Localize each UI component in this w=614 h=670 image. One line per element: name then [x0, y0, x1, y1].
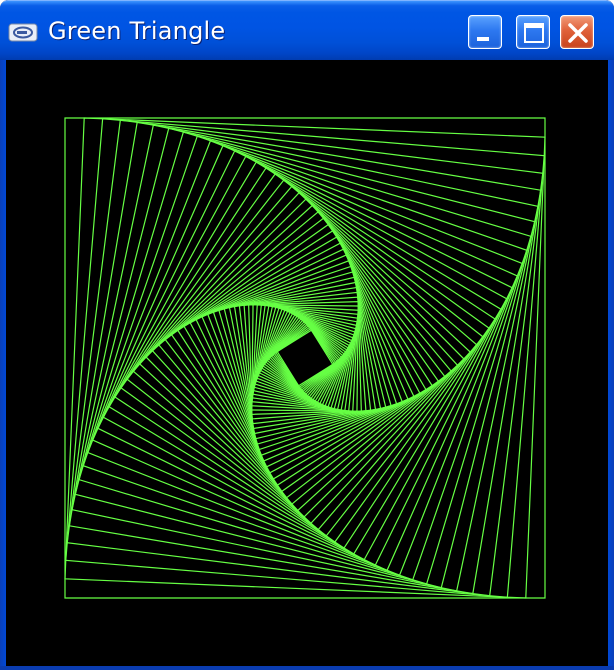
- nested-square: [64, 117, 546, 599]
- close-button[interactable]: [560, 15, 594, 49]
- nested-square: [212, 265, 398, 451]
- nested-square: [64, 117, 546, 599]
- spiral-squares-drawing: [64, 117, 546, 599]
- minimize-icon: [477, 37, 489, 41]
- nested-square: [170, 223, 440, 493]
- window-frame-bottom: [0, 666, 614, 670]
- window-frame-right: [608, 60, 614, 670]
- maximize-button[interactable]: [516, 15, 550, 49]
- title-bar[interactable]: Green Triangle: [0, 0, 614, 60]
- nested-square: [87, 140, 523, 576]
- nested-square: [257, 310, 353, 406]
- minimize-button[interactable]: [468, 15, 502, 49]
- nested-square: [126, 179, 484, 537]
- nested-square: [207, 260, 403, 456]
- nested-square: [132, 185, 478, 531]
- nested-square: [102, 155, 508, 561]
- nested-square: [65, 118, 545, 598]
- window-title: Green Triangle: [48, 17, 226, 45]
- nested-square: [164, 217, 446, 499]
- nested-square: [97, 150, 513, 566]
- maximize-icon: [524, 23, 544, 43]
- nested-square: [91, 144, 519, 572]
- nested-square: [151, 204, 459, 512]
- application-window: Green Triangle: [0, 0, 614, 670]
- nested-square: [145, 198, 465, 518]
- nested-square: [114, 167, 496, 549]
- nested-square: [177, 230, 433, 486]
- drawing-canvas: [6, 60, 608, 666]
- close-icon: [568, 23, 588, 43]
- app-icon[interactable]: [8, 21, 38, 43]
